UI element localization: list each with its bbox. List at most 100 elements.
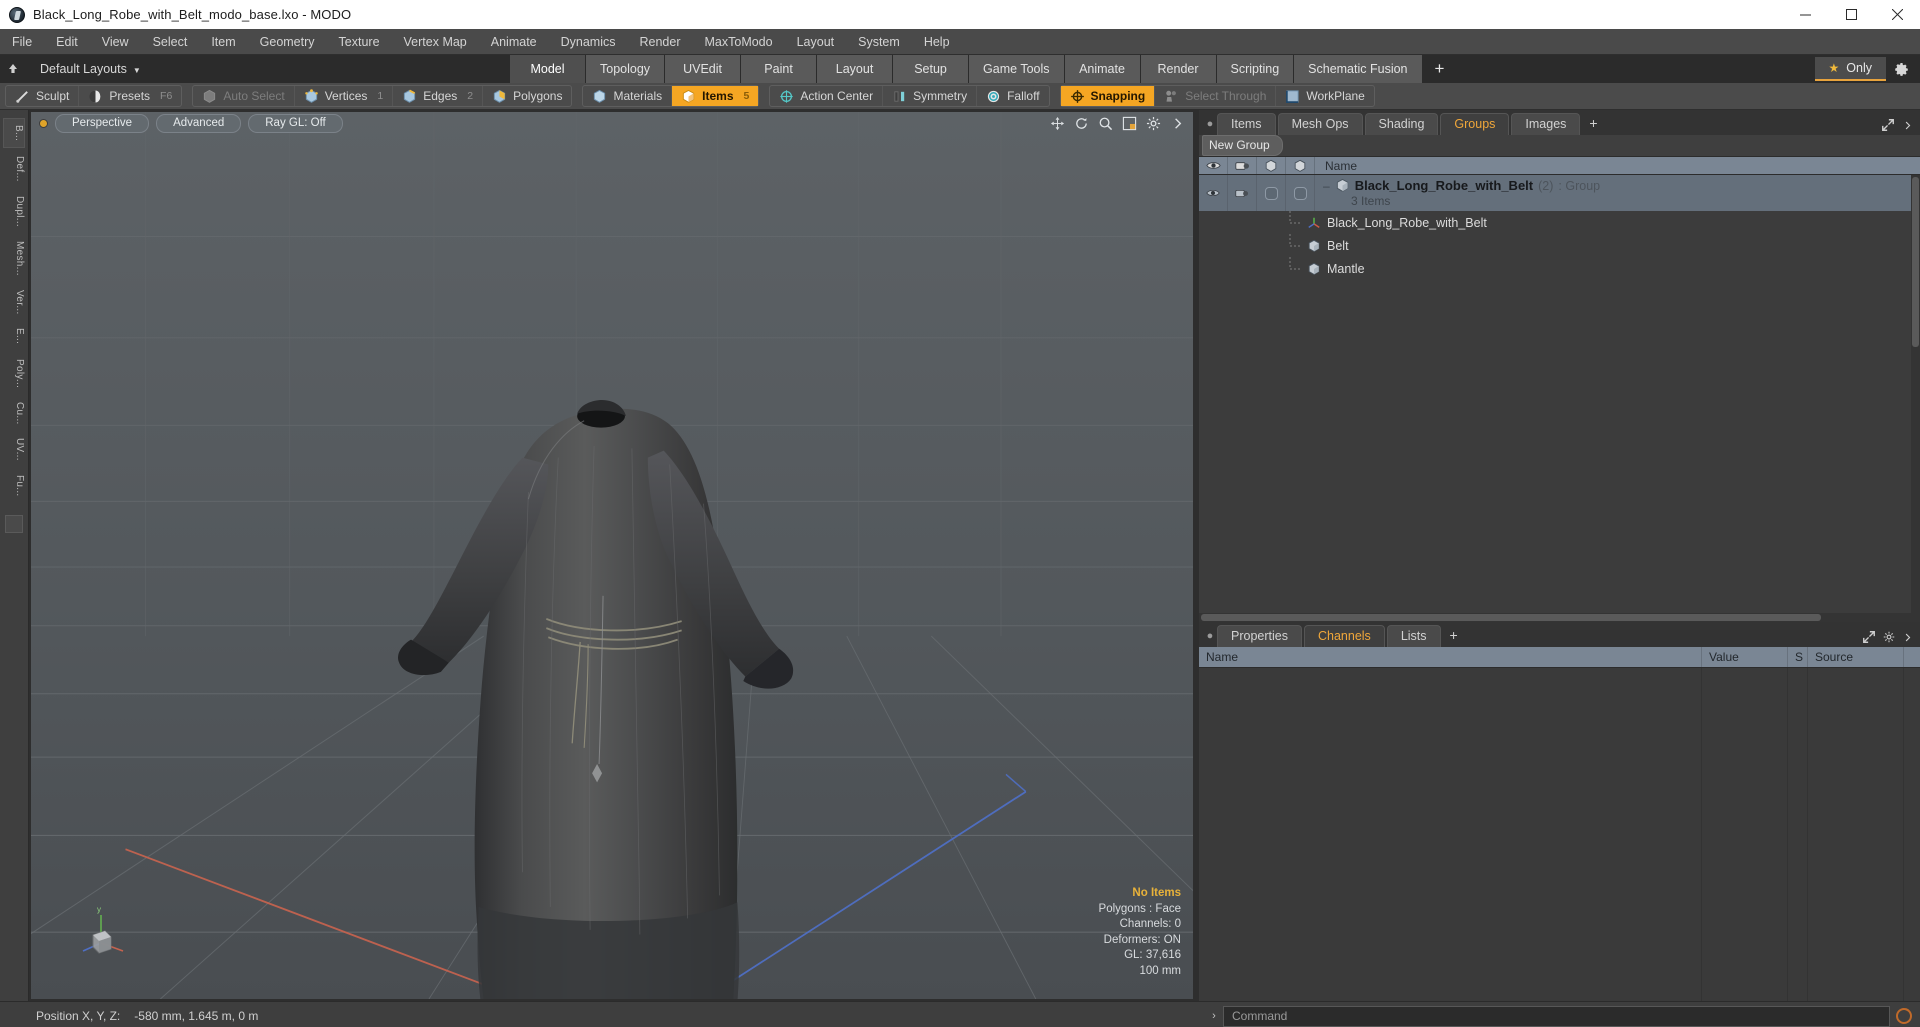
scrollbar-thumb[interactable] [1201,614,1821,621]
right-tab-mesh-ops[interactable]: Mesh Ops [1277,113,1363,135]
bottom-tab-channels[interactable]: Channels [1303,625,1385,647]
add-tab-button[interactable]: + [1422,55,1457,83]
only-button[interactable]: ★ Only [1814,57,1886,81]
toolstrip-item-mesh[interactable]: Mesh... [3,235,25,282]
layout-settings-button[interactable] [1886,55,1916,83]
viewport-raygl-toggle[interactable]: Ray GL: Off [248,113,343,133]
snapping-button[interactable]: Snapping [1060,86,1156,106]
channels-col-source[interactable]: Source [1808,647,1904,667]
menu-view[interactable]: View [90,29,141,55]
menu-dynamics[interactable]: Dynamics [549,29,628,55]
toolstrip-color-swatch[interactable] [5,514,23,533]
viewport-view-mode[interactable]: Perspective [55,113,150,133]
viewport-menu-dot[interactable] [39,118,48,128]
tab-layout[interactable]: Layout [817,55,894,83]
command-input[interactable]: Command [1223,1005,1890,1027]
right-tab-shading[interactable]: Shading [1364,113,1439,135]
viewport-more-icon[interactable] [1170,116,1185,131]
viewport-settings-gear-icon[interactable] [1146,116,1161,131]
group-tree[interactable]: – Black_Long_Robe_with_Belt (2) : Group … [1199,175,1920,613]
bottom-add-tab-button[interactable]: + [1443,624,1465,647]
header-visibility-column[interactable] [1199,157,1228,174]
group-render-toggle[interactable] [1228,175,1257,211]
menu-render[interactable]: Render [628,29,693,55]
channels-col-s[interactable]: S [1788,647,1808,667]
group-visibility-toggle[interactable] [1199,175,1228,211]
right-panel-menu-dot[interactable]: ● [1203,115,1217,133]
channels-col-name[interactable]: Name [1199,647,1702,667]
move-view-icon[interactable] [1050,116,1065,131]
header-lock-column[interactable] [1257,157,1286,174]
symmetry-button[interactable]: Symmetry [883,86,978,106]
tree-row-group[interactable]: – Black_Long_Robe_with_Belt (2) : Group … [1199,175,1920,211]
vertices-mode-button[interactable]: Vertices 1 [295,86,394,106]
tree-collapse-toggle[interactable]: – [1323,179,1330,193]
channels-body[interactable] [1199,668,1920,1001]
tab-render[interactable]: Render [1140,55,1217,83]
header-name-column[interactable]: Name [1315,157,1920,174]
sculpt-button[interactable]: Sculpt [6,86,80,106]
command-record-icon[interactable] [1896,1008,1912,1024]
collapse-toolbar-button[interactable] [0,55,26,83]
tab-paint[interactable]: Paint [741,55,818,83]
toolstrip-item-curve[interactable]: Cu... [3,396,25,431]
presets-button[interactable]: Presets F6 [79,86,181,106]
toolstrip-item-vertex[interactable]: Ver... [3,284,25,321]
panel-expand-icon[interactable] [1862,630,1876,644]
workplane-button[interactable]: WorkPlane [1276,86,1373,106]
menu-geometry[interactable]: Geometry [248,29,327,55]
bottom-tab-lists[interactable]: Lists [1386,625,1441,647]
menu-select[interactable]: Select [141,29,200,55]
zoom-view-icon[interactable] [1098,116,1113,131]
panel-more-icon[interactable] [1902,632,1913,643]
falloff-button[interactable]: Falloff [977,86,1048,106]
auto-select-button[interactable]: Auto Select [193,86,295,106]
menu-layout[interactable]: Layout [785,29,847,55]
toolstrip-item-fuse[interactable]: Fu... [3,469,25,503]
right-tab-images[interactable]: Images [1511,113,1581,135]
scrollbar-thumb[interactable] [1912,177,1919,347]
tab-model[interactable]: Model [510,55,586,83]
tab-game-tools[interactable]: Game Tools [969,55,1065,83]
tab-uvedit[interactable]: UVEdit [665,55,742,83]
command-expand-arrow[interactable]: › [1205,1010,1223,1022]
tree-row-mantle[interactable]: Mantle [1199,257,1920,280]
tree-vertical-scrollbar[interactable] [1911,175,1920,613]
tree-row-locator[interactable]: Black_Long_Robe_with_Belt [1199,211,1920,234]
right-tab-items[interactable]: Items [1217,113,1276,135]
right-add-tab-button[interactable]: + [1582,112,1604,135]
header-select-column[interactable] [1286,157,1315,174]
tab-setup[interactable]: Setup [893,55,970,83]
toolstrip-item-basic[interactable]: B... [3,118,25,149]
menu-texture[interactable]: Texture [327,29,392,55]
edges-mode-button[interactable]: Edges 2 [393,86,484,106]
group-select-checkbox[interactable] [1286,175,1315,211]
default-layouts-dropdown[interactable]: Default Layouts ▼ [26,62,141,76]
new-group-button[interactable]: New Group [1202,135,1283,156]
panel-expand-icon[interactable] [1881,118,1895,132]
toolstrip-item-uv[interactable]: UV... [3,432,25,467]
menu-item[interactable]: Item [199,29,247,55]
header-render-column[interactable] [1228,157,1257,174]
close-button[interactable] [1874,0,1920,29]
toolstrip-item-edge[interactable]: E... [3,322,25,350]
viewport-maximize-icon[interactable] [1122,116,1137,131]
action-center-button[interactable]: Action Center [770,86,884,106]
tab-scripting[interactable]: Scripting [1216,55,1295,83]
menu-system[interactable]: System [846,29,912,55]
menu-file[interactable]: File [0,29,44,55]
bottom-tab-properties[interactable]: Properties [1217,625,1302,647]
channels-col-value[interactable]: Value [1702,647,1788,667]
minimize-button[interactable] [1782,0,1828,29]
toolstrip-item-duplicate[interactable]: Dupl... [3,190,25,233]
bottom-panel-menu-dot[interactable]: ● [1203,627,1217,645]
viewport-shading-mode[interactable]: Advanced [156,113,242,133]
menu-vertex-map[interactable]: Vertex Map [392,29,479,55]
select-through-button[interactable]: Select Through [1155,86,1277,106]
toolstrip-item-deform[interactable]: Def... [3,150,25,188]
tab-animate[interactable]: Animate [1064,55,1141,83]
viewport-3d[interactable]: Perspective Advanced Ray GL: Off No Item… [31,112,1193,999]
group-lock-checkbox[interactable] [1257,175,1286,211]
panel-more-icon[interactable] [1902,120,1913,131]
toolstrip-item-polygon[interactable]: Poly... [3,353,25,394]
